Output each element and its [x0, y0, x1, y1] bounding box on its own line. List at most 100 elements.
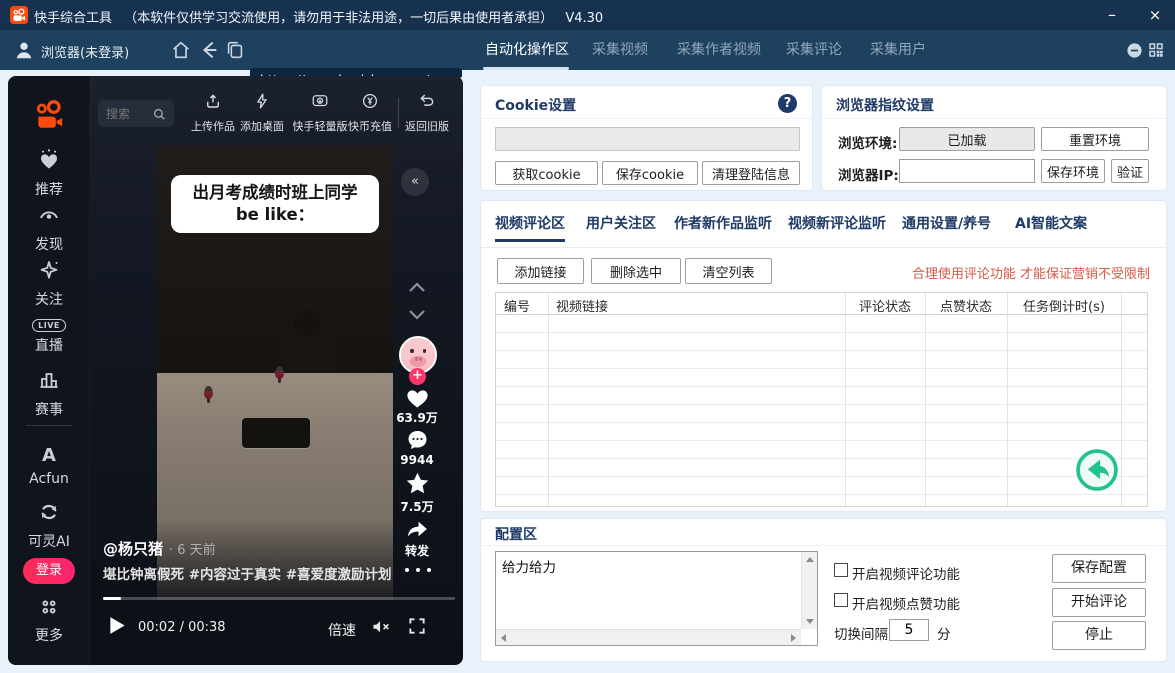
qr-code-icon[interactable]: [1147, 41, 1165, 59]
mute-speaker-icon[interactable]: [370, 616, 391, 637]
login-button[interactable]: 登录: [23, 558, 75, 584]
toolbar-add-desktop-button[interactable]: 添加桌面: [237, 92, 287, 134]
search-input[interactable]: [106, 107, 152, 121]
verify-button[interactable]: 验证: [1111, 159, 1149, 183]
env-status-button[interactable]: 已加载: [899, 127, 1035, 151]
chevron-down-icon[interactable]: [408, 309, 426, 320]
fullscreen-icon[interactable]: [407, 616, 427, 636]
coin-icon: [361, 92, 379, 110]
scroll-left-arrow[interactable]: [501, 634, 506, 642]
play-button-icon[interactable]: [109, 616, 126, 635]
collect-star-icon[interactable]: [404, 471, 431, 497]
save-config-button[interactable]: 保存配置: [1052, 554, 1146, 583]
sidebar-item-acfun[interactable]: A Acfun: [8, 444, 90, 487]
scroll-right-arrow[interactable]: [791, 634, 796, 642]
sidebar-item-recommend[interactable]: 推荐: [8, 148, 90, 199]
save-cookie-button[interactable]: 保存cookie: [602, 161, 698, 185]
acfun-a-icon: A: [8, 444, 90, 468]
nav-tab-collect-user[interactable]: 采集用户: [870, 30, 926, 70]
nav-tab-automation[interactable]: 自动化操作区: [485, 30, 569, 70]
enable-like-checkbox[interactable]: [834, 593, 848, 607]
follow-plus-button[interactable]: +: [409, 368, 426, 385]
get-cookie-button[interactable]: 获取cookie: [495, 161, 598, 185]
reset-env-button[interactable]: 重置环境: [1041, 127, 1149, 151]
minus-circle-icon[interactable]: [1126, 42, 1143, 59]
nav-tab-collect-comment[interactable]: 采集评论: [786, 30, 842, 70]
browser-ip-input[interactable]: [899, 159, 1035, 183]
minimize-button[interactable]: –: [1095, 0, 1129, 30]
nav-bar: 浏览器(未登录) https://www.kuaishou.com/new-r …: [0, 30, 1175, 70]
tab-video-new-comment-monitor[interactable]: 视频新评论监听: [788, 213, 886, 233]
comment-bubble-icon[interactable]: [405, 428, 430, 452]
collapse-panel-icon[interactable]: «: [401, 168, 429, 196]
nav-tab-collect-author-video[interactable]: 采集作者视频: [677, 30, 761, 70]
avatar-pig-snout: [410, 356, 427, 367]
share-arrow-icon[interactable]: [405, 518, 430, 541]
cookie-input[interactable]: [495, 127, 800, 151]
column-divider: [548, 293, 549, 506]
green-return-button[interactable]: [1075, 448, 1119, 492]
toolbar-coin-recharge-button[interactable]: 快币充值: [345, 92, 395, 134]
toolbar-lite-version-button[interactable]: 快手轻量版: [289, 92, 351, 134]
kuaishou-logo-icon[interactable]: [32, 98, 66, 132]
ops-tab-active-underline: [495, 239, 565, 242]
delete-selected-button[interactable]: 删除选中: [591, 258, 681, 284]
clear-list-button[interactable]: 清空列表: [685, 258, 772, 284]
fingerprint-settings-card: 浏览器指纹设置 浏览环境: 已加载 重置环境 浏览器IP: 保存环境 验证: [821, 85, 1167, 191]
share-label: 转发: [379, 542, 455, 559]
pages-copy-icon[interactable]: [224, 39, 246, 61]
video-link-table[interactable]: 编号 视频链接 评论状态 点赞状态 任务倒计时(s): [495, 292, 1148, 507]
sidebar-item-discover[interactable]: 发现: [8, 203, 90, 254]
clear-login-button[interactable]: 清理登陆信息: [702, 161, 800, 185]
tab-ai-copywriting[interactable]: AI智能文案: [1015, 213, 1087, 233]
config-section-title: 配置区: [495, 524, 537, 544]
sidebar-item-live[interactable]: LIVE 直播: [8, 313, 90, 355]
tab-video-comment[interactable]: 视频评论区: [495, 213, 565, 233]
add-link-button[interactable]: 添加链接: [497, 258, 584, 284]
like-heart-icon[interactable]: [404, 384, 431, 409]
horizontal-scrollbar[interactable]: [496, 629, 801, 645]
chevron-up-icon[interactable]: [408, 282, 426, 293]
column-divider: [1121, 293, 1122, 506]
tab-general-settings[interactable]: 通用设置/养号: [902, 213, 991, 233]
video-author[interactable]: @杨只猪· 6 天前: [103, 538, 216, 559]
comment-textarea[interactable]: 给力给力: [495, 551, 818, 646]
podium-chart-icon: [37, 368, 61, 392]
app-name: 快手综合工具: [34, 11, 112, 26]
tab-author-new-work-monitor[interactable]: 作者新作品监听: [674, 213, 772, 233]
tab-user-follow[interactable]: 用户关注区: [586, 213, 656, 233]
sidebar-item-keling-ai[interactable]: 可灵AI: [8, 500, 90, 551]
scroll-down-arrow[interactable]: [806, 619, 814, 624]
playback-speed-button[interactable]: 倍速: [328, 620, 356, 640]
scroll-up-arrow[interactable]: [806, 557, 814, 562]
back-icon[interactable]: [198, 39, 220, 61]
interval-input[interactable]: [889, 619, 929, 641]
enable-comment-checkbox[interactable]: [834, 563, 848, 577]
sidebar-item-follow[interactable]: 关注: [8, 258, 90, 309]
app-title: 快手综合工具 （本软件仅供学习交流使用，请勿用于非法用途，一切后果由使用者承担）…: [34, 7, 603, 26]
monitor-download-icon: [311, 92, 329, 110]
close-button[interactable]: ×: [1138, 0, 1172, 30]
upload-icon: [204, 92, 222, 110]
avatar-pig-eye: [423, 349, 427, 353]
stop-button[interactable]: 停止: [1052, 621, 1146, 650]
nav-tab-collect-video[interactable]: 采集视频: [592, 30, 648, 70]
toolbar-back-old-button[interactable]: 返回旧版: [402, 92, 452, 134]
author-name: @杨只猪: [103, 540, 163, 558]
sidebar-item-events[interactable]: 赛事: [8, 368, 90, 419]
help-icon[interactable]: ?: [778, 94, 797, 113]
home-icon[interactable]: [170, 39, 192, 61]
video-frame[interactable]: 出月考成绩时班上同学 be like：: [157, 145, 393, 600]
sidebar-item-more[interactable]: 更多: [8, 596, 90, 645]
start-comment-button[interactable]: 开始评论: [1052, 588, 1146, 617]
section-divider: [481, 118, 812, 119]
video-scene-wine-glass: [275, 366, 284, 379]
ip-label: 浏览器IP:: [838, 164, 899, 184]
tabs-divider: [481, 247, 1166, 248]
save-env-button[interactable]: 保存环境: [1041, 159, 1105, 183]
video-progress-bar[interactable]: [103, 597, 455, 600]
vertical-scrollbar[interactable]: [801, 552, 817, 629]
toolbar-upload-button[interactable]: 上传作品: [188, 92, 238, 134]
search-box[interactable]: [98, 100, 174, 127]
video-scene-person: [294, 309, 321, 338]
